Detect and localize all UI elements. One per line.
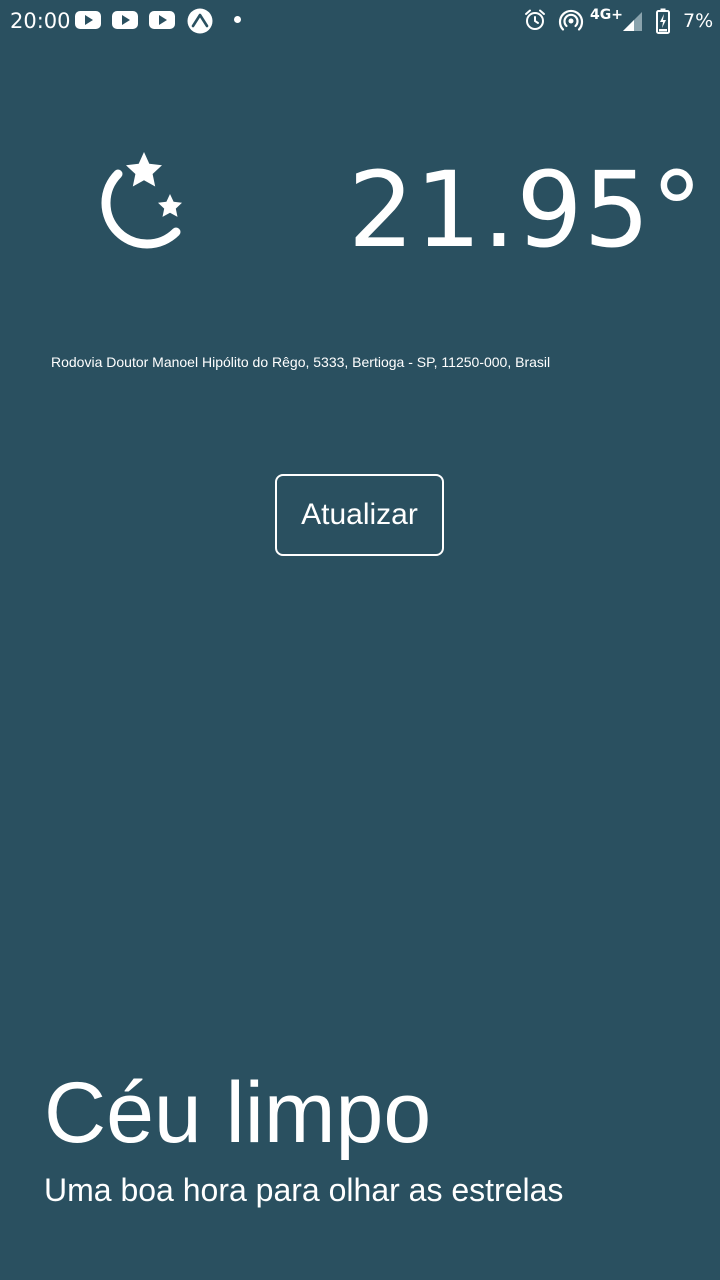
alarm-icon: [525, 9, 545, 30]
status-bar: 20:00 4G+ 7%: [0, 0, 720, 42]
location-address: Rodovia Doutor Manoel Hipólito do Rêgo, …: [51, 354, 551, 370]
expo-icon: [187, 8, 213, 34]
weather-condition: Céu limpo: [44, 1065, 432, 1161]
temperature-value: 21.95°: [348, 149, 704, 271]
battery-percent: 7%: [683, 10, 714, 32]
weather-screen: 20:00 4G+ 7% 21.95° Rodovia Doutor Manoe…: [0, 0, 720, 1280]
signal-icon: [623, 12, 642, 31]
youtube-icon: [149, 11, 175, 29]
moon-stars-icon: [101, 152, 182, 249]
network-type: 4G+: [590, 7, 623, 23]
weather-message: Uma boa hora para olhar as estrelas: [44, 1172, 564, 1208]
youtube-icon: [112, 11, 138, 29]
status-time: 20:00: [10, 9, 71, 33]
battery-charging-icon: [656, 8, 670, 34]
refresh-button[interactable]: Atualizar: [275, 474, 444, 556]
notification-dot: [234, 16, 241, 23]
hotspot-icon: [558, 9, 584, 31]
youtube-icon: [75, 11, 101, 29]
